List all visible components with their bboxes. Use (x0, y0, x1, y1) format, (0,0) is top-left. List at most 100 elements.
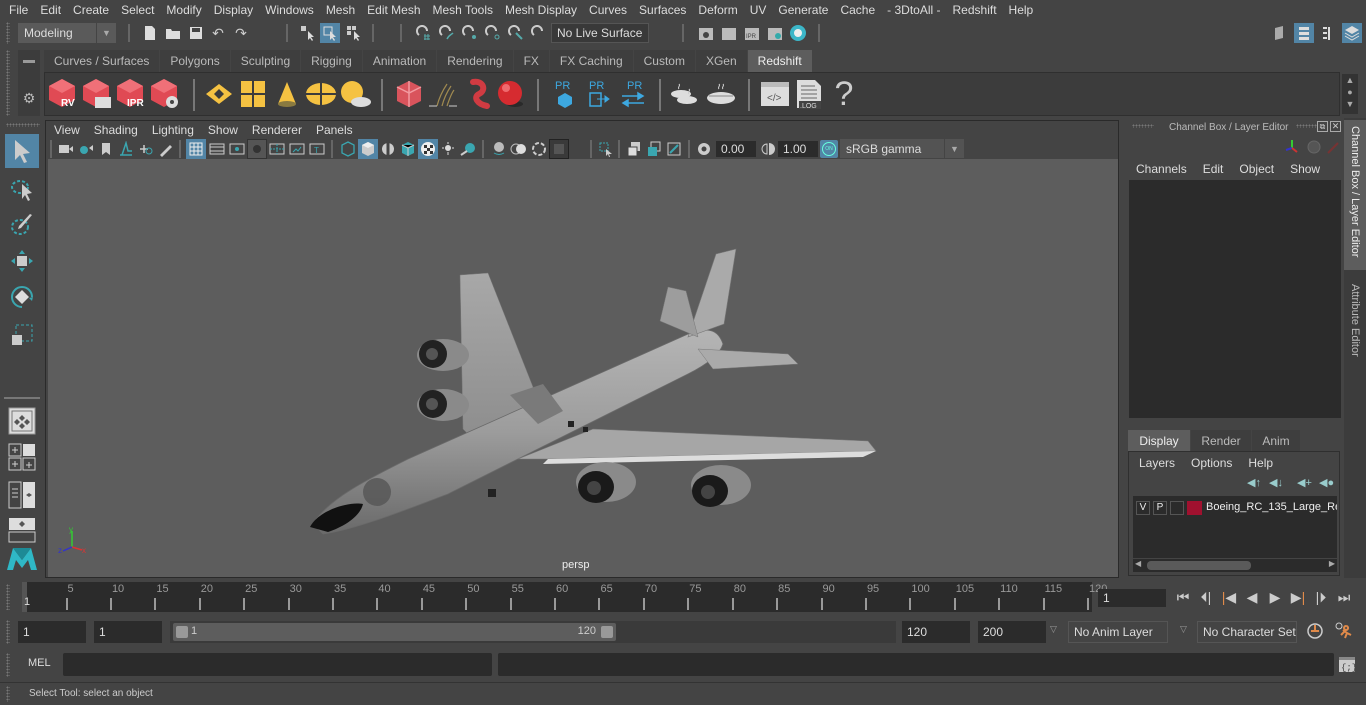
rs-proxy-icon[interactable] (461, 78, 493, 110)
menu-help[interactable]: Help (1004, 3, 1041, 17)
anim-layer-dropdown[interactable]: No Anim Layer (1068, 621, 1168, 643)
snap-to-grid-icon[interactable] (414, 23, 434, 43)
aircraft-model[interactable] (48, 159, 1118, 577)
menu-curves[interactable]: Curves (584, 3, 634, 17)
help-icon[interactable]: ? (831, 75, 857, 113)
edit-menu[interactable]: Edit (1203, 162, 1224, 176)
menu-edit-mesh[interactable]: Edit Mesh (362, 3, 427, 17)
shelf-tab-redshift[interactable]: Redshift (747, 50, 812, 72)
grease-pencil-icon[interactable] (156, 139, 176, 159)
auto-key-icon[interactable] (1305, 621, 1325, 641)
select-camera-icon[interactable] (56, 139, 76, 159)
exposure-field[interactable]: 0.00 (716, 141, 756, 157)
menu-file[interactable]: File (4, 3, 35, 17)
select-tool-icon[interactable] (5, 134, 39, 168)
rs-sun-sky-icon[interactable] (339, 78, 371, 110)
pr-export-icon[interactable]: PR (583, 78, 615, 110)
tab-attribute-editor[interactable]: Attribute Editor (1344, 278, 1366, 378)
menu-mesh-tools[interactable]: Mesh Tools (428, 3, 500, 17)
bake-icon[interactable] (705, 78, 737, 110)
range-start-handle[interactable] (176, 626, 188, 638)
resolution-gate-icon[interactable] (227, 139, 247, 159)
camera-attributes-icon[interactable] (76, 139, 96, 159)
film-gate-icon[interactable] (207, 139, 227, 159)
anti-aliasing-icon[interactable] (664, 139, 684, 159)
undo-icon[interactable]: ↶ (208, 23, 228, 43)
four-view-layout-icon[interactable] (5, 440, 39, 474)
render-settings-icon[interactable] (765, 23, 785, 43)
safe-title-icon[interactable]: T (307, 139, 327, 159)
rs-sphere-icon[interactable] (495, 78, 527, 110)
smooth-shade-icon[interactable] (358, 139, 378, 159)
go-to-end-icon[interactable]: ⏭ (1334, 588, 1354, 606)
single-perspective-view-icon[interactable] (5, 404, 39, 438)
shelf-tab-curves-surfaces[interactable]: Curves / Surfaces (44, 50, 160, 72)
menu-deform[interactable]: Deform (693, 3, 744, 17)
command-line-drag-handle[interactable] (6, 653, 10, 677)
tab-render[interactable]: Render (1191, 430, 1251, 451)
shadows-icon[interactable] (458, 139, 478, 159)
log-icon[interactable]: .LOG (793, 78, 825, 110)
shelf-tab-polygons[interactable]: Polygons (160, 50, 230, 72)
play-forwards-icon[interactable]: ▶ (1265, 588, 1285, 606)
command-input[interactable] (63, 653, 492, 676)
help-menu[interactable]: Help (1248, 456, 1273, 470)
channels-menu[interactable]: Channels (1136, 162, 1187, 176)
shelf-settings-gear-icon[interactable]: ⚙ (20, 90, 38, 108)
rotate-tool-icon[interactable] (5, 280, 39, 314)
menu-windows[interactable]: Windows (260, 3, 321, 17)
layer-row[interactable]: V P Boeing_RC_135_Large_Rec (1133, 498, 1337, 518)
new-scene-icon[interactable] (140, 23, 160, 43)
scale-tool-icon[interactable] (5, 318, 39, 352)
bookmarks-icon[interactable] (96, 139, 116, 159)
drag-handle[interactable] (6, 22, 10, 44)
panel-menu-renderer[interactable]: Renderer (252, 123, 302, 137)
move-layer-down-icon[interactable]: ◀↓ (1269, 476, 1283, 489)
shelf-tab-fx[interactable]: FX (513, 50, 549, 72)
shelf-drag-handle[interactable] (6, 50, 10, 116)
tab-anim[interactable]: Anim (1252, 430, 1300, 451)
pr-create-icon[interactable]: PR (549, 78, 581, 110)
show-menu[interactable]: Show (1290, 162, 1320, 176)
tool-settings-toggle-icon[interactable] (1318, 23, 1338, 43)
playback-toggle[interactable]: P (1153, 501, 1167, 515)
script-editor-icon[interactable]: </> (759, 78, 791, 110)
rs-volume-icon[interactable] (393, 78, 425, 110)
snap-to-curve-icon[interactable] (437, 23, 457, 43)
menu-uv[interactable]: UV (745, 3, 774, 17)
select-by-object-icon[interactable] (320, 23, 340, 43)
step-forward-key-icon[interactable]: ▶ | (1288, 588, 1308, 606)
character-set-dropdown[interactable]: No Character Set (1197, 621, 1297, 643)
marquee-select-icon[interactable] (596, 139, 616, 159)
menu-mesh[interactable]: Mesh (321, 3, 362, 17)
new-layer-icon[interactable]: ◀+ (1297, 476, 1312, 489)
menu-select[interactable]: Select (116, 3, 161, 17)
hypershade-icon[interactable] (788, 23, 808, 43)
range-end-handle[interactable] (601, 626, 613, 638)
menu-display[interactable]: Display (209, 3, 260, 17)
range-drag-handle[interactable] (6, 620, 10, 644)
hud-icon[interactable] (549, 139, 569, 159)
end-time-field[interactable]: 200 (978, 621, 1046, 643)
menu-modify[interactable]: Modify (161, 3, 208, 17)
render-view-icon[interactable] (696, 23, 716, 43)
3d-viewport[interactable]: y x z persp (48, 159, 1118, 577)
step-back-key-icon[interactable]: | ◀ (1219, 588, 1239, 606)
chevron-down-icon[interactable]: ▽ (1050, 624, 1057, 635)
float-panel-icon[interactable]: ⧉ (1317, 121, 1328, 132)
gamma-field[interactable]: 1.00 (778, 141, 818, 157)
redshift-ipr-icon[interactable]: IPR (114, 77, 146, 109)
attribute-editor-toggle-icon[interactable] (1294, 23, 1314, 43)
step-back-frame-icon[interactable]: ⏴| (1196, 588, 1216, 606)
shelf-tab-custom[interactable]: Custom (633, 50, 695, 72)
select-by-component-icon[interactable] (344, 23, 364, 43)
display-type-toggle[interactable] (1170, 501, 1184, 515)
shelf-tab-fx-caching[interactable]: FX Caching (549, 50, 633, 72)
manipulator-icons[interactable] (1284, 138, 1340, 156)
options-menu[interactable]: Options (1191, 456, 1232, 470)
rs-plane-light-icon[interactable] (203, 78, 235, 110)
snap-icon[interactable] (529, 23, 549, 43)
script-editor-button-icon[interactable]: {;} (1338, 655, 1357, 673)
make-live-icon[interactable] (506, 23, 526, 43)
range-slider-bar[interactable]: 1 120 (173, 623, 616, 641)
